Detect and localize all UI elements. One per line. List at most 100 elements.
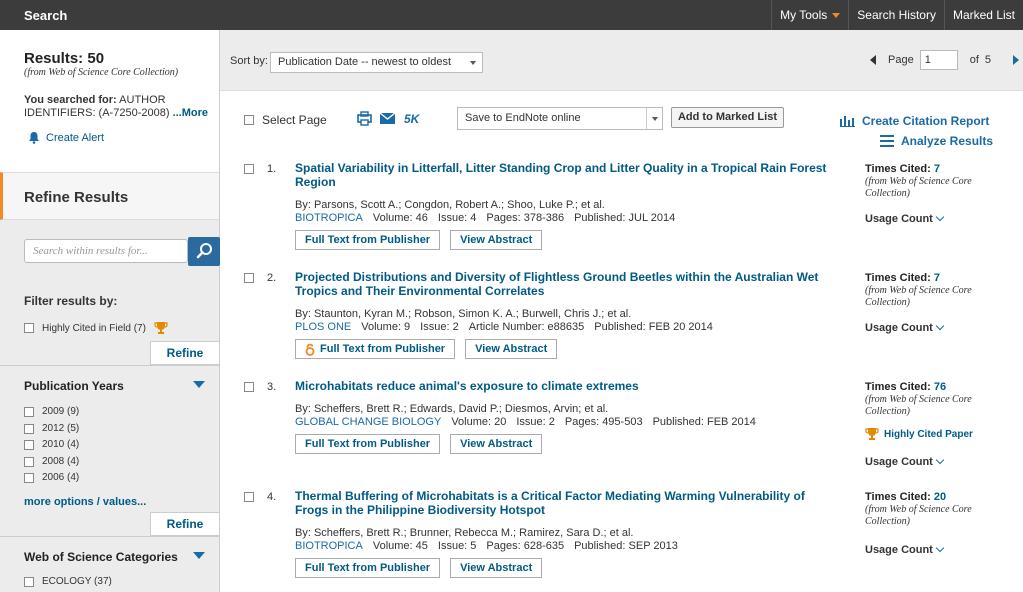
- journal-link[interactable]: BIOTROPICA: [295, 212, 363, 224]
- refine-button[interactable]: Refine: [150, 341, 220, 365]
- year-label: 2006 (4): [42, 472, 80, 483]
- category-filter-item[interactable]: ECOLOGY (37): [24, 576, 112, 587]
- marked-list-link[interactable]: Marked List: [943, 0, 1023, 30]
- year-label: 2009 (9): [42, 406, 80, 417]
- result-checkbox[interactable]: [244, 164, 254, 174]
- trophy-icon: [154, 322, 168, 334]
- dropdown-button[interactable]: [646, 108, 662, 129]
- usage-count-toggle[interactable]: Usage Count: [865, 543, 945, 556]
- more-options-link[interactable]: more options / values...: [24, 496, 146, 508]
- categories-title: Web of Science Categories: [24, 550, 178, 564]
- year-filter-item[interactable]: 2010 (4): [24, 439, 79, 450]
- cited-source: (from Web of Science Core Collection): [865, 504, 972, 527]
- checkbox[interactable]: [24, 472, 34, 483]
- print-icon[interactable]: [357, 111, 372, 126]
- journal-link[interactable]: PLOS ONE: [295, 321, 351, 333]
- year-filter-item[interactable]: 2008 (4): [24, 456, 79, 467]
- publication-years-title: Publication Years: [24, 379, 124, 393]
- view-abstract-button[interactable]: View Abstract: [450, 434, 543, 454]
- year-filter-item[interactable]: 2012 (5): [24, 423, 79, 434]
- times-cited-count[interactable]: 20: [934, 491, 946, 503]
- cited-source: (from Web of Science Core Collection): [865, 176, 972, 199]
- previous-page-icon[interactable]: [870, 55, 876, 65]
- search-query-summary: You searched for: AUTHOR IDENTIFIERS: (A…: [24, 94, 209, 120]
- total-pages: 5: [984, 54, 992, 66]
- search-within-button[interactable]: [188, 237, 220, 266]
- result-title-link[interactable]: Projected Distributions and Diversity of…: [295, 270, 840, 298]
- save-to-select[interactable]: Save to EndNote online: [457, 107, 663, 130]
- result-publication: GLOBAL CHANGE BIOLOGY Volume: 20 Issue: …: [295, 416, 756, 428]
- add-to-marked-list-button[interactable]: Add to Marked List: [671, 107, 784, 128]
- result-checkbox[interactable]: [244, 382, 254, 392]
- fivek-icon[interactable]: 5K: [404, 112, 419, 126]
- select-page-label: Select Page: [262, 113, 327, 127]
- usage-count-toggle[interactable]: Usage Count: [865, 212, 945, 225]
- result-title-link[interactable]: Microhabitats reduce animal's exposure t…: [295, 379, 840, 393]
- result-title-link[interactable]: Thermal Buffering of Microhabitats is a …: [295, 489, 840, 517]
- page-title: Search: [24, 8, 68, 23]
- times-cited-count[interactable]: 7: [934, 163, 940, 175]
- search-within-input[interactable]: Search within results for...: [24, 239, 188, 263]
- view-abstract-button[interactable]: View Abstract: [465, 339, 558, 359]
- save-option: Save to EndNote online: [465, 112, 581, 124]
- filter-highly-cited[interactable]: Highly Cited in Field (7): [24, 321, 168, 335]
- view-abstract-button[interactable]: View Abstract: [450, 558, 543, 578]
- result-number: 3.: [267, 381, 277, 393]
- checkbox[interactable]: [24, 406, 34, 417]
- sort-select[interactable]: Publication Date -- newest to oldest: [270, 52, 483, 73]
- highly-cited-paper-badge[interactable]: Highly Cited Paper: [865, 427, 973, 441]
- usage-count-toggle[interactable]: Usage Count: [865, 321, 945, 334]
- result-checkbox[interactable]: [244, 273, 254, 283]
- email-icon[interactable]: [380, 113, 395, 124]
- full-text-button[interactable]: Full Text from Publisher: [295, 434, 441, 454]
- times-cited-count[interactable]: 7: [934, 272, 940, 284]
- result-title-link[interactable]: Spatial Variability in Litterfall, Litte…: [295, 161, 840, 189]
- journal-link[interactable]: GLOBAL CHANGE BIOLOGY: [295, 416, 441, 428]
- pages: Pages: 378-386: [486, 212, 565, 224]
- result-item: 4. Thermal Buffering of Microhabitats is…: [220, 489, 1023, 592]
- times-cited-label: Times Cited:: [865, 163, 931, 175]
- full-text-button[interactable]: Full Text from Publisher: [295, 558, 441, 578]
- full-text-button[interactable]: Full Text from Publisher: [295, 339, 456, 359]
- journal-link[interactable]: BIOTROPICA: [295, 540, 363, 552]
- more-link[interactable]: ...More: [173, 107, 208, 119]
- checkbox[interactable]: [24, 439, 34, 450]
- results-count: Results: 50: [24, 50, 105, 67]
- select-page-checkbox[interactable]: [244, 115, 254, 125]
- divider: [0, 365, 219, 366]
- open-access-icon: [305, 343, 315, 356]
- checkbox[interactable]: [24, 456, 34, 467]
- checkbox[interactable]: [24, 576, 34, 587]
- next-page-icon[interactable]: [1013, 55, 1020, 65]
- create-alert-link[interactable]: Create Alert: [28, 131, 104, 144]
- usage-label: Usage Count: [865, 544, 933, 556]
- search-history-link[interactable]: Search History: [848, 0, 944, 30]
- checkbox[interactable]: [24, 323, 34, 333]
- result-authors: By: Parsons, Scott A.; Congdon, Robert A…: [295, 199, 605, 211]
- year-filter-item[interactable]: 2006 (4): [24, 472, 79, 483]
- result-authors: By: Scheffers, Brett R.; Brunner, Rebecc…: [295, 527, 634, 539]
- collapse-triangle-icon[interactable]: [193, 381, 205, 388]
- create-citation-report-link[interactable]: Create Citation Report: [840, 114, 989, 128]
- year-filter-item[interactable]: 2009 (9): [24, 406, 79, 417]
- trophy-icon: [865, 428, 879, 440]
- usage-count-toggle[interactable]: Usage Count: [865, 455, 945, 468]
- usage-label: Usage Count: [865, 213, 933, 225]
- my-tools-menu[interactable]: My Tools: [771, 0, 848, 30]
- select-page-control[interactable]: Select Page: [244, 113, 327, 127]
- checkbox[interactable]: [24, 423, 34, 434]
- searched-label: You searched for:: [24, 94, 117, 106]
- result-checkbox[interactable]: [244, 492, 254, 502]
- caret-down-icon: [832, 13, 841, 19]
- view-abstract-button[interactable]: View Abstract: [450, 230, 543, 250]
- results-summary: Results: 50 (from Web of Science Core Co…: [0, 30, 219, 172]
- sort-label: Sort by:: [230, 55, 268, 67]
- page-number-input[interactable]: 1: [919, 50, 958, 70]
- search-icon: [196, 243, 212, 259]
- collapse-triangle-icon[interactable]: [193, 552, 205, 559]
- refine-years-button[interactable]: Refine: [150, 512, 220, 536]
- analyze-results-link[interactable]: Analyze Results: [880, 134, 993, 148]
- result-item: 1. Spatial Variability in Litterfall, Li…: [220, 161, 1023, 271]
- full-text-button[interactable]: Full Text from Publisher: [295, 230, 441, 250]
- times-cited-count[interactable]: 76: [934, 381, 946, 393]
